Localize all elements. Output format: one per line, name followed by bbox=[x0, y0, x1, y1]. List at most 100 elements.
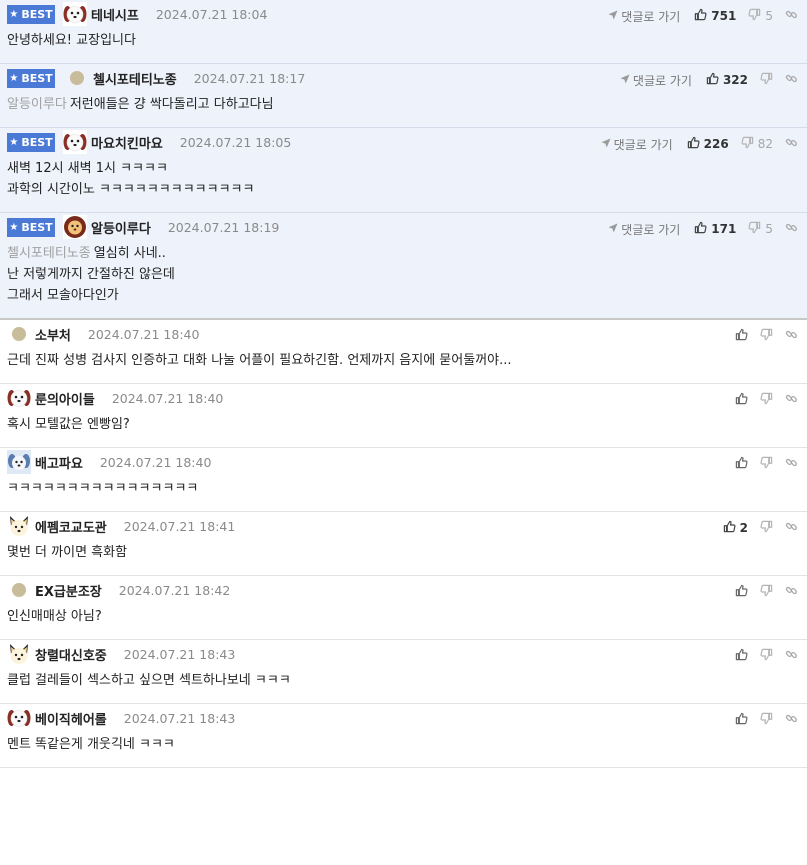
upvote-button[interactable] bbox=[735, 456, 748, 473]
copy-link-button[interactable] bbox=[785, 72, 798, 89]
downvote-button[interactable] bbox=[760, 328, 773, 345]
comment-date: 2024.07.21 18:19 bbox=[167, 219, 280, 235]
copy-link-button[interactable] bbox=[785, 648, 798, 665]
downvote-button[interactable] bbox=[760, 648, 773, 665]
comment-actions: 댓글로 가기 322 bbox=[620, 70, 798, 90]
comment-date: 2024.07.21 18:43 bbox=[123, 710, 236, 726]
author-nickname[interactable]: 테네시프 bbox=[91, 5, 139, 24]
author-nickname[interactable]: 첼시포테티노종 bbox=[93, 69, 177, 88]
upvote-button[interactable] bbox=[735, 328, 748, 345]
downvote-button[interactable] bbox=[760, 584, 773, 601]
comment-actions bbox=[735, 390, 798, 410]
go-to-reply-label: 댓글로 가기 bbox=[632, 73, 692, 88]
upvote-button[interactable] bbox=[735, 712, 748, 729]
thumbs-down-icon bbox=[760, 520, 773, 537]
dot-avatar[interactable] bbox=[12, 327, 26, 341]
puppy-avatar[interactable] bbox=[63, 2, 87, 26]
thumbs-down-icon bbox=[741, 136, 754, 153]
puppy-avatar[interactable] bbox=[63, 130, 87, 154]
copy-link-button[interactable] bbox=[785, 584, 798, 601]
downvote-button[interactable] bbox=[760, 392, 773, 409]
author-nickname[interactable]: 마요치킨마요 bbox=[91, 133, 163, 152]
comment-line: 인신매매상 아님? bbox=[7, 606, 800, 627]
copy-link-button[interactable] bbox=[785, 456, 798, 473]
author-nickname[interactable]: 룬의아이들 bbox=[35, 389, 95, 408]
upvote-count: 171 bbox=[711, 222, 737, 236]
upvote-button[interactable]: 171 bbox=[694, 221, 736, 238]
star-icon: ★ bbox=[9, 72, 19, 84]
go-to-reply-label: 댓글로 가기 bbox=[613, 137, 673, 152]
author-nickname[interactable]: 베이직헤어롤 bbox=[35, 709, 107, 728]
dot-avatar[interactable] bbox=[70, 71, 84, 85]
comment-text: 새벽 12시 새벽 1시 ㅋㅋㅋㅋ bbox=[7, 161, 168, 176]
author-nickname[interactable]: 소부처 bbox=[35, 325, 71, 344]
comment-body: 인신매매상 아님? bbox=[0, 604, 807, 639]
go-to-reply-link[interactable]: 댓글로 가기 bbox=[620, 72, 692, 89]
downvote-button[interactable] bbox=[760, 520, 773, 537]
author-nickname[interactable]: 창렬대신호중 bbox=[35, 645, 107, 664]
upvote-button[interactable] bbox=[735, 648, 748, 665]
comment-body: 새벽 12시 새벽 1시 ㅋㅋㅋㅋ 과학의 시간이노 ㅋㅋㅋㅋㅋㅋㅋㅋㅋㅋㅋㅋㅋ bbox=[0, 156, 807, 212]
downvote-button[interactable] bbox=[760, 712, 773, 729]
comment-text: 클럽 걸레들이 섹스하고 싶으면 섹트하나보네 ㅋㅋㅋ bbox=[7, 673, 291, 688]
upvote-button[interactable]: 2 bbox=[723, 520, 748, 537]
comment-header: 베이직헤어롤 2024.07.21 18:43 bbox=[0, 704, 807, 732]
best-badge: ★ BEST bbox=[7, 132, 55, 152]
thumbs-down-icon bbox=[760, 648, 773, 665]
go-to-reply-link[interactable]: 댓글로 가기 bbox=[608, 221, 680, 238]
upvote-button[interactable] bbox=[735, 392, 748, 409]
comment: 창렬대신호중 2024.07.21 18:43 클럽 걸레들이 섹스하고 싶으면 섹… bbox=[0, 640, 807, 704]
comment-actions: 2 bbox=[723, 518, 798, 538]
downvote-button[interactable]: 82 bbox=[741, 136, 773, 153]
best-badge-label: BEST bbox=[21, 135, 53, 149]
downvote-button[interactable]: 5 bbox=[748, 221, 773, 238]
copy-link-button[interactable] bbox=[785, 328, 798, 345]
comment-actions bbox=[735, 454, 798, 474]
copy-link-button[interactable] bbox=[785, 520, 798, 537]
copy-link-button[interactable] bbox=[785, 136, 798, 153]
reply-target-nickname[interactable]: 첼시포테티노종 bbox=[7, 246, 91, 261]
comment-list: ★ BEST 테네시프 2024.07.21 18:04 댓글로 가기 751 5 안녕하세요… bbox=[0, 0, 807, 768]
copy-link-button[interactable] bbox=[785, 712, 798, 729]
link-icon bbox=[785, 392, 798, 409]
upvote-button[interactable]: 226 bbox=[687, 136, 729, 153]
comment-body: 혹시 모텔값은 엔빵임? bbox=[0, 412, 807, 447]
copy-link-button[interactable] bbox=[785, 221, 798, 238]
author-nickname[interactable]: 배고파요 bbox=[35, 453, 83, 472]
author-nickname[interactable]: 에펨코교도관 bbox=[35, 517, 107, 536]
blue-avatar[interactable] bbox=[7, 450, 31, 474]
comment-header: 소부처 2024.07.21 18:40 bbox=[0, 320, 807, 348]
go-to-reply-link[interactable]: 댓글로 가기 bbox=[601, 136, 673, 153]
upvote-button[interactable]: 751 bbox=[694, 8, 736, 25]
reply-target-nickname[interactable]: 알등이루다 bbox=[7, 97, 67, 112]
comment-line: 혹시 모텔값은 엔빵임? bbox=[7, 414, 800, 435]
best-badge-label: BEST bbox=[21, 71, 53, 85]
author-nickname[interactable]: EX급분조장 bbox=[35, 581, 102, 600]
thumbs-down-icon bbox=[748, 8, 761, 25]
thumbs-down-icon bbox=[760, 72, 773, 89]
copy-link-button[interactable] bbox=[785, 392, 798, 409]
puppy-avatar[interactable] bbox=[7, 706, 31, 730]
copy-link-button[interactable] bbox=[785, 8, 798, 25]
upvote-button[interactable] bbox=[735, 584, 748, 601]
comment-line: 과학의 시간이노 ㅋㅋㅋㅋㅋㅋㅋㅋㅋㅋㅋㅋㅋ bbox=[7, 179, 800, 200]
comment-line: 클럽 걸레들이 섹스하고 싶으면 섹트하나보네 ㅋㅋㅋ bbox=[7, 670, 800, 691]
downvote-count: 5 bbox=[765, 222, 773, 236]
lion-avatar[interactable] bbox=[63, 215, 87, 239]
thumbs-up-icon bbox=[735, 584, 748, 601]
star-icon: ★ bbox=[9, 221, 19, 233]
author-nickname[interactable]: 알등이루다 bbox=[91, 218, 151, 237]
thumbs-down-icon bbox=[748, 221, 761, 238]
downvote-button[interactable] bbox=[760, 456, 773, 473]
dot-avatar[interactable] bbox=[12, 583, 26, 597]
comment-text: 인신매매상 아님? bbox=[7, 609, 102, 624]
shiba-avatar[interactable] bbox=[7, 642, 31, 666]
go-to-reply-link[interactable]: 댓글로 가기 bbox=[608, 8, 680, 25]
comment-text: 몇번 더 까이면 흑화함 bbox=[7, 545, 128, 560]
puppy-avatar[interactable] bbox=[7, 386, 31, 410]
thumbs-down-icon bbox=[760, 712, 773, 729]
upvote-button[interactable]: 322 bbox=[706, 72, 748, 89]
downvote-button[interactable]: 5 bbox=[748, 8, 773, 25]
shiba-avatar[interactable] bbox=[7, 514, 31, 538]
downvote-button[interactable] bbox=[760, 72, 773, 89]
